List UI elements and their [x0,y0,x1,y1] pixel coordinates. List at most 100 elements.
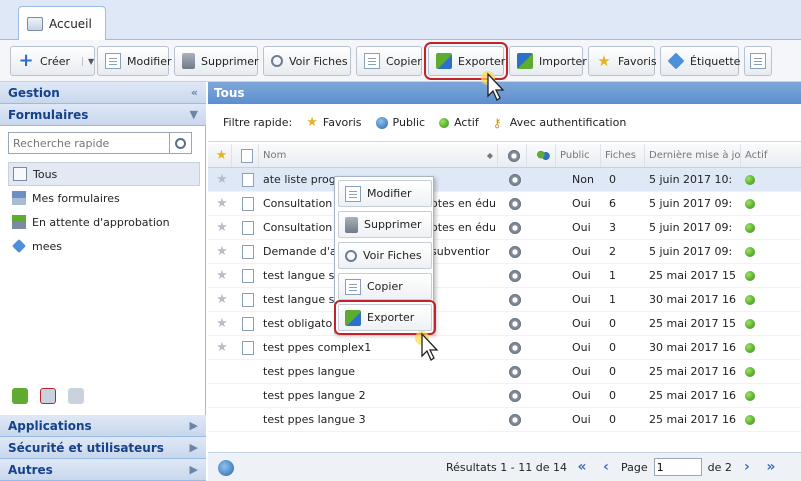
col-users[interactable] [527,144,556,167]
col-fiches[interactable]: Fiches [601,144,645,167]
row-type [232,312,259,335]
row-public: Non [572,173,594,186]
favorite-toggle[interactable]: ★ [208,168,232,191]
tree-item-pending[interactable]: En attente d'approbation [8,210,200,234]
favorite-toggle[interactable]: ★ [208,336,232,359]
extra-button[interactable] [744,46,772,76]
favorite-toggle[interactable] [208,408,232,431]
col-public[interactable]: Public [556,144,601,167]
col-type[interactable] [232,144,259,167]
favorite-toggle[interactable]: ★ [208,288,232,311]
row-settings[interactable] [498,312,527,335]
row-settings[interactable] [498,168,527,191]
row-updated: 30 mai 2017 16 [649,341,736,354]
remove-label-icon[interactable] [40,388,56,404]
row-settings[interactable] [498,240,527,263]
row-settings[interactable] [498,192,527,215]
row-settings[interactable] [498,288,527,311]
prev-page-icon[interactable]: ‹ [597,459,615,475]
view-records-button[interactable]: Voir Fiches [263,46,351,76]
table-row[interactable]: test ppes langue 3 Oui 0 25 mai 2017 16 [208,408,801,432]
table-row[interactable]: ★ ate liste progr Non 0 5 juin 2017 10: [208,168,801,192]
row-settings[interactable] [498,216,527,239]
filter-public[interactable]: Public [375,116,425,129]
row-settings[interactable] [498,264,527,287]
refresh-icon[interactable] [218,460,234,476]
ctx-copy[interactable]: Copier [338,273,432,300]
tree-item-mees[interactable]: mees [8,234,200,258]
favorite-toggle[interactable]: ★ [208,192,232,215]
row-settings[interactable] [498,408,527,431]
applications-header[interactable]: Applications ▶ [0,415,206,437]
formulaires-header[interactable]: Formulaires ▼ [0,104,206,126]
col-updated[interactable]: Dernière mise à jour [645,144,741,167]
page-input[interactable] [653,458,702,476]
row-type [232,288,259,311]
cell-text: test ppes complex1 [263,341,372,354]
trash-icon [182,53,195,69]
mouse-cursor-icon [480,70,505,101]
col-name[interactable]: Nom ◆ [259,144,498,167]
quick-search-input[interactable] [9,136,169,150]
col-favorite[interactable]: ★ [208,144,232,167]
favorite-toggle[interactable]: ★ [208,240,232,263]
col-active[interactable]: Actif [741,144,801,167]
table-row[interactable]: ★ test ppes complex1 Oui 0 30 mai 2017 16 [208,336,801,360]
row-settings[interactable] [498,384,527,407]
chevron-down-icon[interactable]: ▼ [190,108,198,121]
favorite-toggle[interactable] [208,384,232,407]
create-dropdown-icon[interactable]: ▼ [82,56,94,66]
row-public: Oui [572,341,591,354]
label-button[interactable]: Étiquette [660,46,740,76]
ctx-export[interactable]: Exporter [334,300,436,335]
collapse-left-icon[interactable]: « [191,86,198,99]
table-row[interactable]: ★ Consultation s otes en édu Oui 3 5 juin 201… [208,216,801,240]
favorite-toggle[interactable]: ★ [208,312,232,335]
delete-button[interactable]: Supprimer [174,46,259,76]
favorite-toggle[interactable]: ★ [208,216,232,239]
table-row[interactable]: ★ test langue s Oui 1 30 mai 2017 16 [208,288,801,312]
others-header[interactable]: Autres ▶ [0,459,206,481]
ctx-modify[interactable]: Modifier [338,180,432,207]
last-page-icon[interactable]: » [762,459,780,475]
row-settings[interactable] [498,360,527,383]
import-label: Importer [539,54,587,68]
ctx-export-label: Exporter [367,311,415,324]
favorite-toggle[interactable]: ★ [208,264,232,287]
filter-active[interactable]: Actif [439,116,479,129]
tree-item-my-forms[interactable]: Mes formulaires [8,186,200,210]
ctx-delete[interactable]: Supprimer [338,211,432,238]
tree-item-label: Tous [33,167,58,181]
row-settings[interactable] [498,336,527,359]
table-row[interactable]: test ppes langue 2 Oui 0 25 mai 2017 16 [208,384,801,408]
import-button[interactable]: Importer [509,46,587,76]
table-row[interactable]: ★ Demande d'a subventior Oui 2 5 juin 2017 09… [208,240,801,264]
filter-auth-label: Avec authentification [509,116,627,129]
modify-button[interactable]: Modifier [97,46,171,76]
copy-icon [345,278,361,295]
table-row[interactable]: ★ test langue s Oui 1 25 mai 2017 15 [208,264,801,288]
tab-accueil[interactable]: Accueil [18,6,106,40]
next-page-icon[interactable]: › [738,459,756,475]
add-label-icon[interactable] [12,388,28,404]
favorite-toggle[interactable] [208,360,232,383]
table-row[interactable]: test ppes langue Oui 0 25 mai 2017 16 [208,360,801,384]
col-settings[interactable] [498,144,527,167]
create-button[interactable]: + Créer ▼ [10,46,95,76]
edit-label-icon[interactable] [68,388,84,404]
table-row[interactable]: ★ test obligato Oui 0 25 mai 2017 15 [208,312,801,336]
security-header[interactable]: Sécurité et utilisateurs ▶ [0,437,206,459]
ctx-view[interactable]: Voir Fiches [338,242,432,269]
search-button[interactable] [169,133,191,153]
favorites-button[interactable]: ★ Favoris [588,46,657,76]
ctx-view-label: Voir Fiches [363,249,422,262]
tree-item-all[interactable]: Tous [8,162,200,186]
copy-button[interactable]: Copier [356,46,422,76]
filter-favorites[interactable]: ★ Favoris [306,115,361,130]
row-type [232,240,259,263]
document-icon [241,196,254,211]
first-page-icon[interactable]: « [573,459,591,475]
filter-auth[interactable]: ⚷ Avec authentification [493,116,627,129]
table-row[interactable]: ★ Consultation s otes en édu Oui 6 5 juin 201… [208,192,801,216]
gestion-header[interactable]: Gestion « [0,82,206,104]
